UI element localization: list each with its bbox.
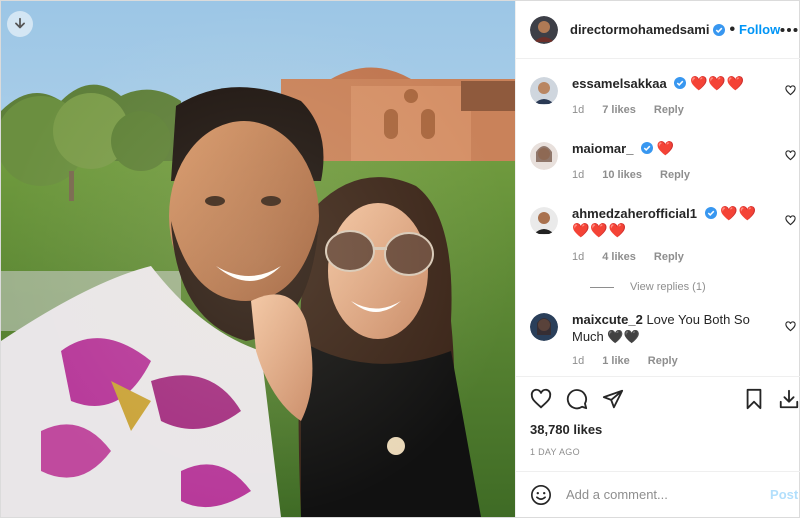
heart-outline-icon — [785, 85, 796, 96]
post-comment-button[interactable]: Post — [770, 487, 798, 502]
comment-age: 1d — [572, 169, 585, 181]
comment-likes[interactable]: 4 likes — [602, 251, 636, 263]
post-dialog: directormohamedsami • Follow essamelsakk… — [0, 0, 800, 518]
verified-badge-icon — [674, 77, 687, 89]
paper-plane-icon — [602, 389, 624, 408]
comment-age: 1d — [572, 355, 585, 367]
comment-item: ahmedzaherofficial1 ❤️❤️❤️❤️❤️ 1d 4 like… — [530, 205, 796, 263]
comment-text: ❤️ — [656, 140, 676, 156]
post-header: directormohamedsami • Follow — [516, 1, 800, 59]
reply-button[interactable]: Reply — [654, 104, 684, 116]
post-image — [1, 1, 515, 517]
comment-like-button[interactable] — [785, 213, 796, 231]
view-replies-label: View replies (1) — [630, 281, 706, 293]
emoji-button[interactable] — [530, 484, 552, 506]
comment-like-button[interactable] — [785, 319, 796, 337]
post-photo — [1, 1, 515, 517]
comment-username[interactable]: essamelsakkaa — [572, 76, 667, 91]
commenter-avatar[interactable] — [530, 207, 558, 235]
heart-outline-icon — [530, 388, 552, 408]
download-button[interactable] — [7, 11, 33, 37]
reply-button[interactable]: Reply — [648, 355, 678, 367]
comment-age: 1d — [572, 104, 585, 116]
heart-outline-icon — [785, 150, 796, 161]
comment-like-button[interactable] — [785, 83, 796, 101]
replies-divider — [590, 286, 614, 288]
more-options-icon — [780, 27, 798, 32]
view-replies-button[interactable]: View replies (1) — [590, 281, 796, 293]
heart-outline-icon — [785, 321, 796, 332]
comment-likes[interactable]: 7 likes — [602, 104, 636, 116]
comments-list: essamelsakkaa ❤️❤️❤️ 1d 7 likes Reply ma… — [516, 59, 800, 376]
comment-item: essamelsakkaa ❤️❤️❤️ 1d 7 likes Reply — [530, 75, 796, 116]
author-username[interactable]: directormohamedsami — [570, 22, 709, 37]
commenter-avatar[interactable] — [530, 77, 558, 105]
comment-username[interactable]: ahmedzaherofficial1 — [572, 206, 697, 221]
commenter-avatar[interactable] — [530, 142, 558, 170]
save-post-button[interactable] — [778, 388, 800, 410]
post-actions — [516, 376, 800, 420]
post-timestamp: 1 DAY AGO — [530, 447, 580, 457]
comment-item: maixcute_2 Love You Both So Much 🖤🖤 1d 1… — [530, 311, 796, 367]
verified-badge-icon — [641, 142, 654, 154]
comment-button[interactable] — [566, 388, 588, 410]
verified-badge-icon — [713, 23, 726, 36]
heart-outline-icon — [785, 215, 796, 226]
commenter-avatar[interactable] — [530, 313, 558, 341]
download-arrow-icon — [15, 17, 25, 29]
comment-text: ❤️❤️❤️ — [689, 75, 746, 91]
comment-age: 1d — [572, 251, 585, 263]
post-side-panel: directormohamedsami • Follow essamelsakk… — [515, 1, 800, 517]
save-button[interactable] — [744, 388, 764, 410]
author-avatar[interactable] — [530, 15, 558, 44]
comment-likes[interactable]: 1 like — [602, 355, 630, 367]
comment-composer: Post — [516, 471, 800, 517]
comment-username[interactable]: maixcute_2 — [572, 312, 643, 327]
like-button[interactable] — [530, 388, 552, 410]
bookmark-icon — [746, 388, 762, 409]
verified-badge-icon — [704, 207, 717, 219]
comment-emoji: 🖤🖤 — [607, 329, 640, 344]
header-separator: • — [729, 20, 736, 38]
comment-input[interactable] — [564, 486, 771, 503]
likes-count[interactable]: 38,780 likes — [516, 420, 800, 437]
more-options-button[interactable] — [780, 27, 798, 33]
follow-button[interactable]: Follow — [739, 22, 780, 37]
smiley-icon — [531, 484, 551, 505]
reply-button[interactable]: Reply — [660, 169, 690, 181]
comment-likes[interactable]: 10 likes — [602, 169, 642, 181]
download-tray-icon — [780, 389, 799, 408]
comment-item: maiomar_ ❤️ 1d 10 likes Reply — [530, 140, 796, 181]
share-button[interactable] — [602, 388, 624, 410]
comment-like-button[interactable] — [785, 148, 796, 166]
comment-bubble-icon — [566, 388, 588, 409]
comment-username[interactable]: maiomar_ — [572, 141, 633, 156]
reply-button[interactable]: Reply — [654, 251, 684, 263]
